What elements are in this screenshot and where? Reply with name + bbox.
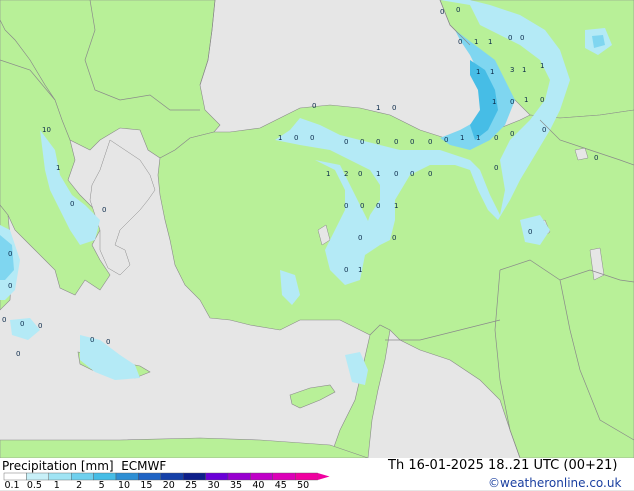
- precip-value-label: 10: [42, 126, 51, 134]
- precip-value-label: 0: [508, 34, 512, 42]
- precip-value-label: 0: [392, 234, 396, 242]
- precip-value-label: 0: [358, 234, 362, 242]
- colorbar-segment: [3, 472, 27, 481]
- colorbar-segment: [227, 472, 251, 481]
- precip-value-label: 0: [358, 170, 362, 178]
- precip-value-label: 1: [474, 38, 478, 46]
- colorbar-segment: [138, 472, 161, 481]
- precip-value-label: 1: [56, 164, 60, 172]
- precip-value-label: 0: [392, 104, 396, 112]
- precip-value-label: 0: [8, 250, 12, 258]
- precip-value-label: 0: [440, 8, 444, 16]
- precip-value-label: 0: [70, 200, 74, 208]
- precip-value-label: 0: [520, 34, 524, 42]
- colorbar-arrow: [317, 473, 330, 480]
- precip-value-label: 1: [326, 170, 330, 178]
- precip-value-label: 1: [522, 66, 526, 74]
- precip-value-label: 2: [344, 170, 348, 178]
- colorbar-segment: [295, 472, 318, 481]
- precip-value-label: 0: [16, 350, 20, 358]
- colorbar-segment: [93, 472, 117, 481]
- precip-value-label: 0: [20, 320, 24, 328]
- precip-value-label: 0: [458, 38, 462, 46]
- precip-value-label: 1: [490, 68, 494, 76]
- precipitation-map: 0 00 1 1 0 01 1 3 1 11 0 1 01 0 0 01 001 0 0 0 0 0 0 0 0 0 11 2 0 1 0 0…: [0, 0, 634, 458]
- precip-value-label: 0: [510, 130, 514, 138]
- precip-value-label: 0: [456, 6, 460, 14]
- precip-value-label: 3: [510, 66, 514, 74]
- precip-value-label: 0: [540, 96, 544, 104]
- precip-value-label: 1: [476, 68, 480, 76]
- precip-value-label: 0: [394, 138, 398, 146]
- precip-value-label: 0: [394, 170, 398, 178]
- precip-value-label: 0: [376, 202, 380, 210]
- precip-value-label: 0: [410, 170, 414, 178]
- precip-value-label: 0: [410, 138, 414, 146]
- precip-value-label: 0: [510, 98, 514, 106]
- precip-value-label: 0: [594, 154, 598, 162]
- precip-value-label: 0: [2, 316, 6, 324]
- colorbar-segment: [160, 472, 184, 481]
- precip-value-label: 1: [278, 134, 282, 142]
- colorbar-segment: [115, 472, 139, 481]
- precip-value-label: 1: [524, 96, 528, 104]
- precip-value-label: 0: [90, 336, 94, 344]
- valid-time: Th 16-01-2025 18..21 UTC (00+21): [388, 458, 618, 473]
- precip-value-label: 1: [376, 170, 380, 178]
- precip-value-label: 0: [428, 170, 432, 178]
- precip-value-label: 0: [542, 126, 546, 134]
- precip-value-label: 1: [358, 266, 362, 274]
- precip-value-label: 0: [344, 202, 348, 210]
- precip-value-label: 1: [460, 134, 464, 142]
- precip-value-label: 0: [344, 266, 348, 274]
- precip-value-label: 1: [540, 62, 544, 70]
- precip-value-label: 0: [344, 138, 348, 146]
- colorbar-segment: [182, 472, 206, 481]
- precip-value-label: 1: [492, 98, 496, 106]
- precip-value-label: 0: [360, 202, 364, 210]
- precip-value-label: 0: [444, 136, 448, 144]
- colorbar-segment: [250, 472, 273, 481]
- precip-value-label: 1: [476, 134, 480, 142]
- precip-value-label: 0: [360, 138, 364, 146]
- colorbar-segment: [70, 472, 94, 481]
- colorbar-segment: [205, 472, 229, 481]
- colorbar-segment: [272, 472, 296, 481]
- model-name: ECMWF: [121, 459, 167, 473]
- precip-value-label: 0: [312, 102, 316, 110]
- precip-value-label: 0: [528, 228, 532, 236]
- precip-value-label: 0: [494, 134, 498, 142]
- precip-value-label: 0: [310, 134, 314, 142]
- precip-value-label: 0: [8, 282, 12, 290]
- precip-value-label: 0: [102, 206, 106, 214]
- precip-value-label: 0: [494, 164, 498, 172]
- precip-value-label: 1: [376, 104, 380, 112]
- legend-title: Precipitation [mm] ECMWF: [2, 459, 167, 473]
- colorbar-segment: [48, 472, 72, 481]
- precip-value-label: 0: [376, 138, 380, 146]
- precip-value-label: 1: [394, 202, 398, 210]
- precip-value-label: 0: [428, 138, 432, 146]
- colorbar-segment: [26, 472, 49, 481]
- precip-value-label: 0: [106, 338, 110, 346]
- precip-value-label: 0: [38, 322, 42, 330]
- precip-value-label: 0: [294, 134, 298, 142]
- precip-value-label: 1: [488, 38, 492, 46]
- credit-text: ©weatheronline.co.uk: [488, 476, 622, 490]
